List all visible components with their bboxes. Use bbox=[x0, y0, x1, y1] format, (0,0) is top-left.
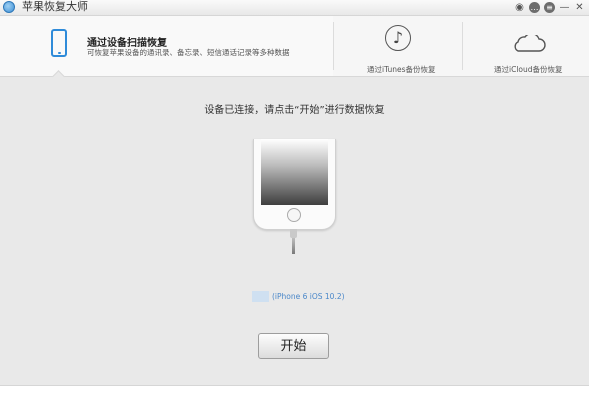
option-itunes-label: 通过iTunes备份恢复 bbox=[367, 65, 436, 74]
cable-wire bbox=[292, 238, 295, 254]
start-button[interactable]: 开始 bbox=[258, 333, 329, 359]
title-bar: 苹果恢复大师 ◉ … ≡ — ✕ bbox=[0, 0, 589, 16]
option-device-scan-description: 可恢复苹果设备的通讯录、备忘录、短信通话记录等多种数据 bbox=[87, 48, 290, 57]
device-info: (iPhone 6 iOS 10.2) bbox=[252, 290, 345, 302]
minimize-icon[interactable]: — bbox=[559, 2, 570, 13]
option-icloud-label: 通过iCloud备份恢复 bbox=[494, 65, 563, 74]
cloud-icon bbox=[510, 33, 546, 53]
app-logo-icon bbox=[3, 1, 15, 13]
recovery-mode-bar: 通过设备扫描恢复 可恢复苹果设备的通讯录、备忘录、短信通话记录等多种数据 ♪ 通… bbox=[0, 16, 589, 83]
cable-connector bbox=[290, 229, 297, 238]
window-controls: ◉ … ≡ — ✕ bbox=[514, 1, 585, 14]
connection-prompt: 设备已连接，请点击“开始”进行数据恢复 bbox=[204, 105, 385, 116]
option-icloud-backup[interactable]: 通过iCloud备份恢复 bbox=[463, 16, 589, 76]
music-note-icon: ♪ bbox=[385, 25, 411, 51]
device-illustration bbox=[253, 139, 336, 230]
close-icon[interactable]: ✕ bbox=[574, 2, 585, 13]
home-button-icon bbox=[287, 208, 301, 222]
status-bar bbox=[0, 385, 589, 402]
device-name-redacted bbox=[252, 290, 269, 302]
weibo-icon[interactable]: ◉ bbox=[514, 2, 525, 13]
app-title: 苹果恢复大师 bbox=[22, 0, 88, 13]
phone-icon bbox=[51, 29, 67, 57]
chat-icon[interactable]: … bbox=[529, 2, 540, 13]
option-device-scan[interactable]: 通过设备扫描恢复 可恢复苹果设备的通讯录、备忘录、短信通话记录等多种数据 bbox=[0, 16, 333, 76]
device-model: (iPhone 6 iOS 10.2) bbox=[272, 291, 345, 301]
menu-icon[interactable]: ≡ bbox=[544, 2, 555, 13]
option-itunes-backup[interactable]: ♪ 通过iTunes备份恢复 bbox=[334, 16, 462, 76]
device-screen bbox=[261, 139, 328, 205]
